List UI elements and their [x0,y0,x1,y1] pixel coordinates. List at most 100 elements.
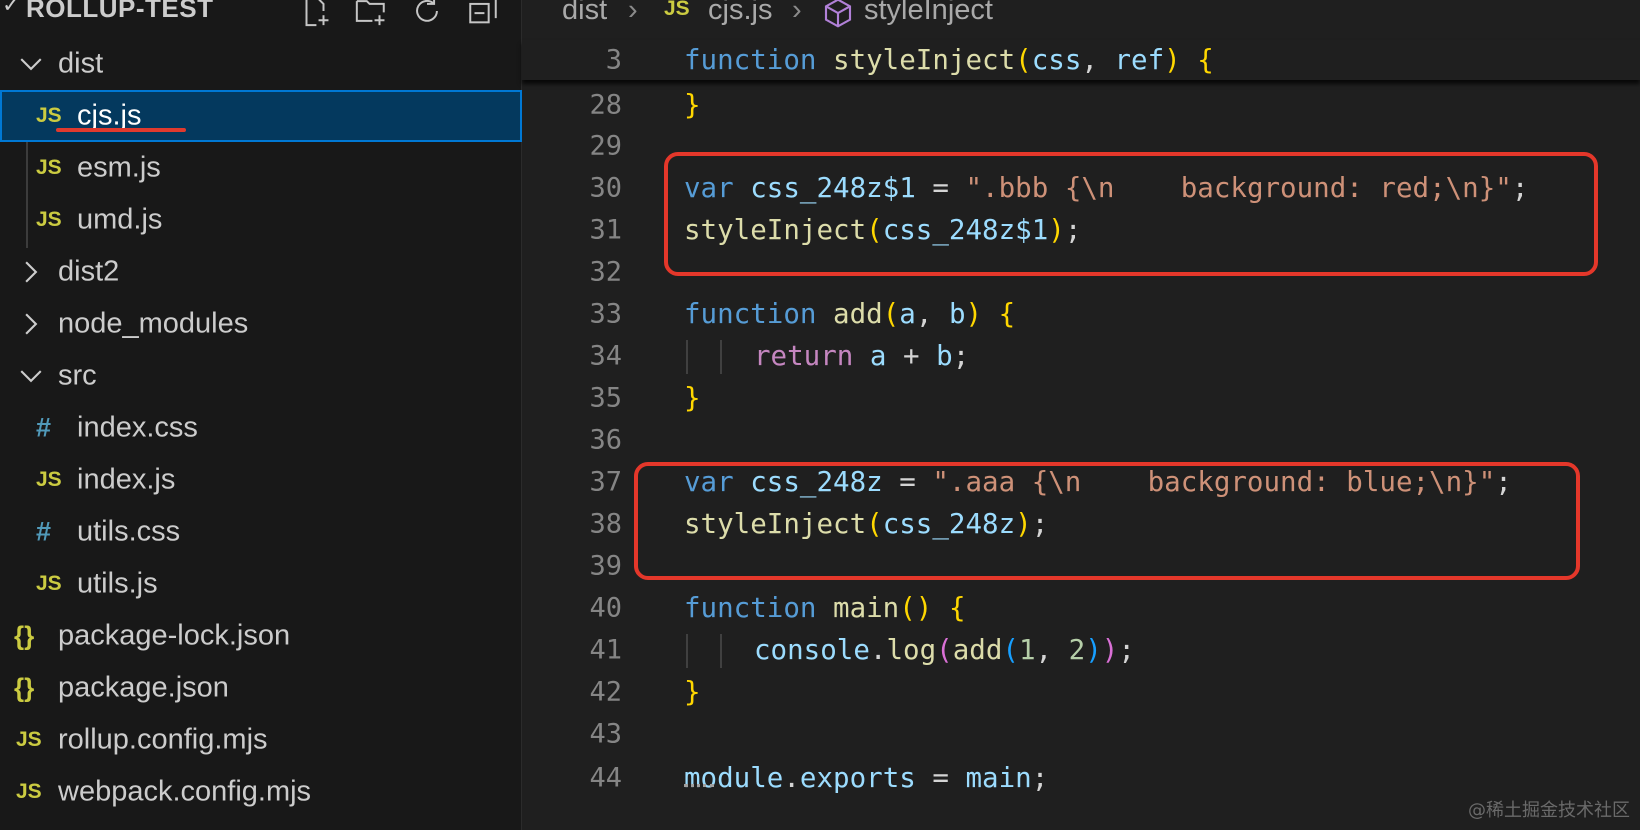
tree-item-label: node_modules [58,307,249,340]
line-number: 37 [589,466,622,497]
json-file-icon: {} [14,672,35,703]
tree-file-cjs-js[interactable]: JS cjs.js [0,90,522,142]
code-line: 41 console.log(add(1, 2)); [522,628,1640,671]
code-text: } [684,675,701,708]
js-file-icon: JS [36,104,62,127]
chevron-down-icon[interactable]: ✓ [2,0,20,18]
line-number: 28 [589,89,622,120]
js-file-icon: JS [36,156,62,179]
code-text: return a + b; [754,339,970,372]
code-line: 34 return a + b; [522,334,1640,377]
tree-item-label: webpack.config.mjs [58,775,312,808]
code-line: 3 function styleInject(css, ref) { [522,38,1640,81]
code-line: 33 function add(a, b) { [522,292,1640,335]
chevron-right-icon [18,259,44,285]
tree-item-label: index.js [77,463,176,496]
sticky-scroll-line[interactable]: 3 function styleInject(css, ref) { [522,40,1640,80]
line-number: 38 [589,508,622,539]
tree-file-utils-js[interactable]: JS utils.js [0,558,522,610]
tree-item-label: umd.js [77,203,163,236]
tree-file-package-json[interactable]: {} package.json [0,662,522,714]
line-number: 34 [589,340,622,371]
tree-item-label: src [58,359,97,392]
breadcrumb-file[interactable]: cjs.js [708,0,772,27]
tree-folder-src[interactable]: src [0,350,522,402]
code-line: 40 function main() { [522,586,1640,629]
tree-folder-node-modules[interactable]: node_modules [0,298,522,350]
code-text: function main() { [684,591,966,624]
tree-file-package-lock-json[interactable]: {} package-lock.json [0,610,522,662]
code-text: console.log(add(1, 2)); [754,633,1135,666]
tree-file-index-css[interactable]: # index.css [0,402,522,454]
chevron-down-icon [18,51,44,77]
watermark: @稀土掘金技术社区 [1468,800,1630,821]
code-text: } [684,88,701,121]
warning-squiggle [684,780,714,787]
collapse-all-icon[interactable] [466,0,502,28]
new-folder-icon[interactable] [354,0,390,28]
annotation-box [664,152,1598,276]
tree-item-label: utils.css [77,515,181,548]
tree-item-label: rollup.config.mjs [58,723,268,756]
code-line: 42 } [522,670,1640,713]
code-line: 35 } [522,376,1640,419]
js-file-icon: JS [16,728,42,751]
indent-guide [720,634,722,668]
tree-folder-dist2[interactable]: dist2 [0,246,522,298]
tree-file-umd-js[interactable]: JS umd.js [0,194,522,246]
breadcrumb: dist › JS cjs.js › styleInject [522,0,1640,30]
line-number: 31 [589,214,622,245]
tree-item-label: dist [58,47,104,80]
breadcrumb-symbol[interactable]: styleInject [864,0,993,27]
line-number: 36 [589,424,622,455]
js-file-icon: JS [36,572,62,595]
new-file-icon[interactable] [298,0,334,28]
breadcrumb-separator-icon: › [792,0,802,26]
indent-guide [686,634,688,668]
tree-file-esm-js[interactable]: JS esm.js [0,142,522,194]
line-number: 30 [589,172,622,203]
tree-item-label: utils.js [77,567,158,600]
chevron-down-icon [18,363,44,389]
line-number: 3 [605,44,622,75]
code-text: module.exports = main; [684,761,1049,794]
line-number: 42 [589,676,622,707]
tree-folder-dist[interactable]: dist [0,38,522,90]
breadcrumb-separator-icon: › [628,0,638,26]
line-number: 40 [589,592,622,623]
code-text: function add(a, b) { [684,297,1016,330]
line-number: 41 [589,634,622,665]
line-number: 32 [589,256,622,287]
tree-file-index-js[interactable]: JS index.js [0,454,522,506]
tree-item-label: dist2 [58,255,120,288]
line-number: 35 [589,382,622,413]
code-line: 43 [522,712,1640,755]
tree-file-rollup-config[interactable]: JS rollup.config.mjs [0,714,522,766]
code-line: 44 module.exports = main; [522,756,1640,799]
refresh-icon[interactable] [410,0,446,28]
explorer-sidebar: ✓ ROLLUP-TEST dist JS cjs.js JS esm.js J… [0,0,522,830]
line-number: 33 [589,298,622,329]
line-number: 44 [589,762,622,793]
js-file-icon: JS [664,0,690,20]
js-file-icon: JS [36,468,62,491]
indent-guide [720,340,722,374]
json-file-icon: {} [14,620,35,651]
line-number: 43 [589,718,622,749]
code-text: function styleInject(css, ref) { [684,43,1214,76]
js-file-icon: JS [36,208,62,231]
tree-item-label: index.css [77,411,198,444]
line-number: 29 [589,130,622,161]
code-line: 28 } [522,83,1640,126]
tree-file-webpack-config[interactable]: JS webpack.config.mjs [0,766,522,818]
explorer-title: ROLLUP-TEST [26,0,214,23]
tree-item-label: package.json [58,671,229,704]
code-editor[interactable]: dist › JS cjs.js › styleInject 3 functio… [522,0,1640,830]
tree-file-utils-css[interactable]: # utils.css [0,506,522,558]
chevron-right-icon [18,311,44,337]
tree-item-label: package-lock.json [58,619,291,652]
code-line: 36 [522,418,1640,461]
annotation-box [634,462,1580,580]
breadcrumb-folder[interactable]: dist [562,0,607,27]
css-file-icon: # [36,412,52,443]
